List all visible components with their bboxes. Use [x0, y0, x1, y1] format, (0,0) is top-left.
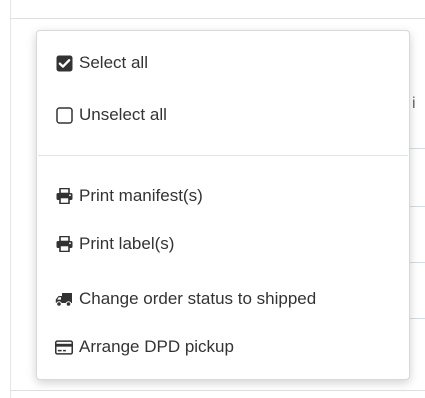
menu-item-label: Unselect all: [79, 105, 167, 124]
checked-checkbox-icon: [55, 54, 73, 72]
menu-item-select-all[interactable]: Select all: [37, 45, 409, 81]
background-row-line: [410, 318, 425, 319]
menu-item-print-labels[interactable]: Print label(s): [37, 226, 409, 262]
truck-icon: [55, 290, 73, 308]
menu-item-change-status-shipped[interactable]: Change order status to shipped: [37, 281, 409, 317]
background-header: [10, 0, 425, 19]
menu-item-unselect-all[interactable]: Unselect all: [37, 97, 409, 133]
menu-item-print-manifests[interactable]: Print manifest(s): [37, 178, 409, 214]
empty-checkbox-icon: [55, 106, 73, 124]
menu-item-label: Print label(s): [79, 234, 175, 253]
credit-card-icon: [55, 338, 73, 356]
menu-item-label: Select all: [79, 53, 148, 72]
background-row-line: [410, 206, 425, 207]
background-bottom-border: [10, 390, 425, 391]
menu-item-label: Arrange DPD pickup: [79, 337, 234, 356]
background-row-line: [410, 148, 425, 149]
background-row-line: [410, 262, 425, 263]
background-cut-text: i: [412, 95, 416, 112]
menu-divider: [38, 155, 408, 156]
menu-item-arrange-dpd-pickup[interactable]: Arrange DPD pickup: [37, 329, 409, 365]
printer-icon: [55, 235, 73, 253]
menu-item-label: Change order status to shipped: [79, 289, 317, 308]
printer-icon: [55, 187, 73, 205]
bulk-actions-dropdown-menu: Select all Unselect all Print manifest(s…: [36, 30, 410, 380]
menu-item-label: Print manifest(s): [79, 186, 203, 205]
